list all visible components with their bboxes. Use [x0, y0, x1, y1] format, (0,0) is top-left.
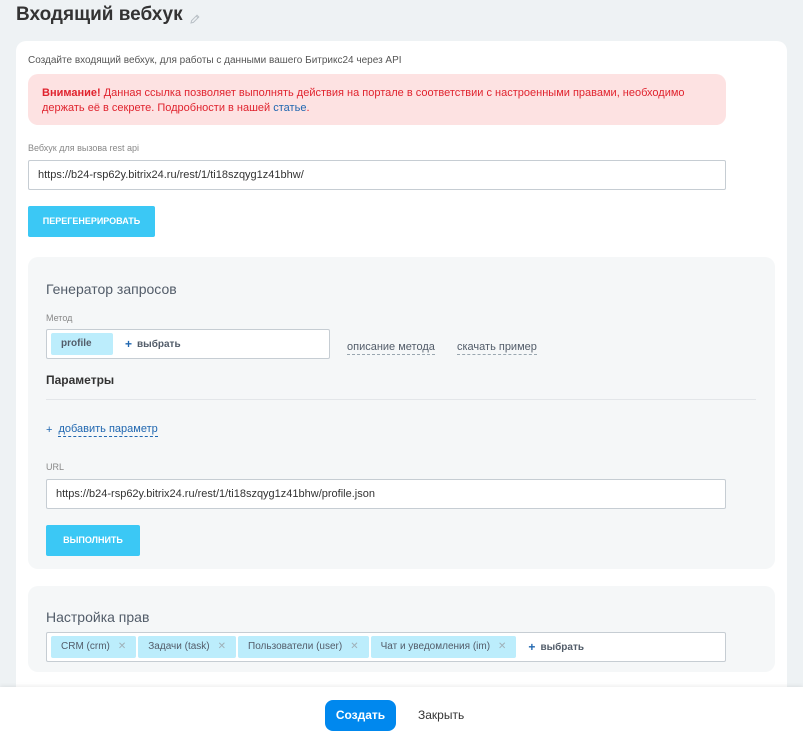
- request-generator-section: Генератор запросов Метод profile + выбра…: [28, 257, 775, 569]
- plus-icon: +: [125, 337, 133, 351]
- plus-icon: +: [46, 424, 53, 436]
- rights-tag: CRM (crm) ✕: [51, 636, 137, 658]
- rights-tag: Задачи (task) ✕: [138, 636, 237, 658]
- rights-tag-label: Пользователи (user): [248, 641, 343, 652]
- alert-suffix: .: [306, 102, 310, 114]
- rights-tag-label: CRM (crm): [61, 641, 110, 652]
- regenerate-button[interactable]: ПЕРЕГЕНЕРИРОВАТЬ: [28, 206, 155, 237]
- rights-tag: Чат и уведомления (im) ✕: [370, 636, 517, 658]
- download-example-link[interactable]: скачать пример: [457, 341, 537, 355]
- params-divider: [46, 399, 756, 400]
- webhook-label: Вебхук для вызова rest api: [28, 143, 140, 153]
- alert-text: Данная ссылка позволяет выполнять действ…: [42, 87, 685, 114]
- method-select-label: выбрать: [137, 338, 181, 350]
- close-icon[interactable]: ✕: [498, 636, 506, 658]
- footer-bar: Создать Закрыть: [0, 687, 803, 737]
- close-button[interactable]: Закрыть: [418, 700, 464, 731]
- create-button[interactable]: Создать: [325, 700, 396, 731]
- method-label: Метод: [46, 313, 73, 323]
- method-select-link[interactable]: + выбрать: [125, 337, 181, 351]
- add-param-link[interactable]: + добавить параметр: [46, 423, 158, 437]
- rights-title: Настройка прав: [46, 609, 150, 625]
- rights-select-label: выбрать: [540, 641, 585, 653]
- page-title: Входящий вебхук: [16, 4, 201, 26]
- params-title: Параметры: [46, 373, 115, 387]
- alert-prefix: Внимание!: [42, 87, 101, 99]
- webhook-url-input[interactable]: https://b24-rsp62y.bitrix24.ru/rest/1/ti…: [28, 160, 726, 190]
- close-icon[interactable]: ✕: [218, 636, 226, 658]
- rights-select-link[interactable]: + выбрать: [528, 640, 584, 654]
- plus-icon: +: [528, 640, 536, 654]
- rights-tag-label: Задачи (task): [148, 641, 210, 652]
- alert-article-link[interactable]: статье: [273, 102, 306, 114]
- close-icon[interactable]: ✕: [118, 636, 126, 658]
- rights-tag-label: Чат и уведомления (im): [380, 641, 491, 652]
- rights-section: Настройка прав CRM (crm) ✕ Задачи (task)…: [28, 586, 775, 672]
- rights-tag: Пользователи (user) ✕: [238, 636, 369, 658]
- run-button[interactable]: ВЫПОЛНИТЬ: [46, 525, 140, 556]
- intro-text: Создайте входящий вебхук, для работы с д…: [28, 55, 402, 66]
- url-label: URL: [46, 462, 65, 472]
- method-tag: profile: [51, 333, 113, 355]
- method-selector[interactable]: profile + выбрать: [46, 329, 330, 359]
- rights-selector[interactable]: CRM (crm) ✕ Задачи (task) ✕ Пользователи…: [46, 632, 726, 662]
- webhook-card: Создайте входящий вебхук, для работы с д…: [16, 41, 787, 701]
- generator-title: Генератор запросов: [46, 281, 177, 297]
- pencil-icon[interactable]: [189, 9, 201, 24]
- close-icon[interactable]: ✕: [350, 636, 358, 658]
- method-tag-label: profile: [61, 338, 92, 349]
- add-param-label: добавить параметр: [58, 423, 158, 437]
- warning-alert: Внимание! Данная ссылка позволяет выполн…: [28, 74, 726, 125]
- request-url-input[interactable]: https://b24-rsp62y.bitrix24.ru/rest/1/ti…: [46, 479, 726, 509]
- method-description-link[interactable]: описание метода: [347, 341, 435, 355]
- page-title-text: Входящий вебхук: [16, 4, 183, 25]
